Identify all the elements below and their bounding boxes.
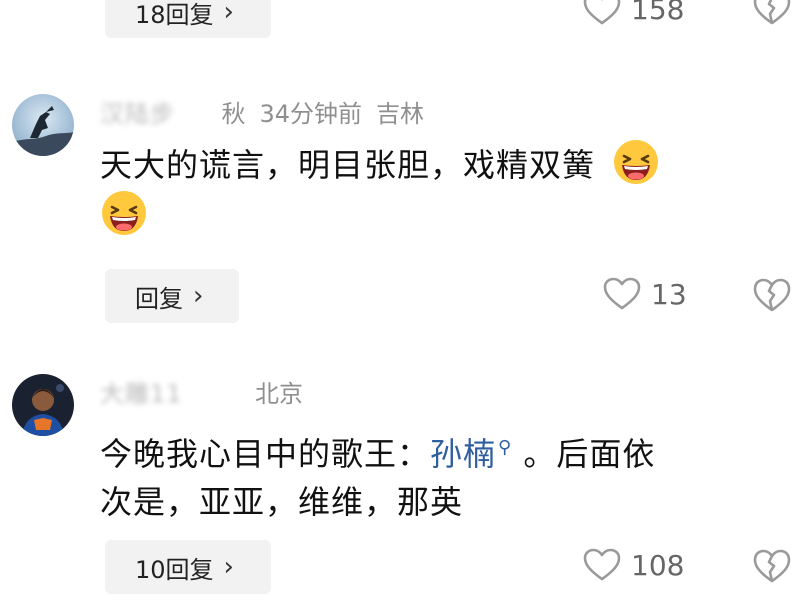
like-count: 108 (631, 548, 685, 582)
laughing-emoji-icon (614, 140, 659, 184)
comment-meta: 大雕11 北京 (100, 374, 303, 409)
reply-label: 回复 (135, 284, 183, 313)
reply-button[interactable]: 10回复 › (105, 540, 271, 594)
reply-button[interactable]: 回复 › (105, 269, 239, 323)
comment-text: 天大的谎言，明目张胆，戏精双簧 (100, 138, 780, 240)
comment-body: 今晚我心目中的歌王： (100, 435, 431, 473)
mention-link[interactable]: 孙楠 ⚲ (430, 435, 512, 473)
like-count: 13 (651, 277, 687, 311)
chevron-right-icon: › (193, 281, 204, 311)
comment-body-cont: 。后面依 (512, 435, 656, 473)
like-count: 158 (631, 0, 685, 26)
location: 北京 (254, 380, 303, 408)
broken-heart-icon[interactable] (752, 277, 792, 313)
like-button[interactable]: 158 (583, 0, 684, 26)
search-icon: ⚲ (498, 437, 513, 458)
broken-heart-icon[interactable] (752, 548, 792, 584)
avatar[interactable] (12, 374, 74, 436)
comment-meta: 汉陆步 秋 34分钟前 吉林 (100, 94, 424, 129)
avatar-image (12, 94, 74, 156)
comment-body-line2: 次是，亚亚，维维，那英 (100, 483, 464, 521)
avatar-image (12, 374, 74, 436)
chevron-right-icon: › (223, 552, 234, 582)
username-blurred[interactable]: 大雕11 (100, 374, 243, 409)
reply-button[interactable]: 18回复 › (105, 0, 271, 38)
like-button[interactable]: 13 (603, 277, 687, 311)
timestamp: 34分钟前 (259, 100, 363, 128)
heart-icon (603, 277, 641, 310)
username-blurred[interactable]: 汉陆步 (100, 94, 210, 129)
heart-icon (583, 0, 621, 25)
reply-label: 18回复 (135, 0, 214, 29)
broken-heart-icon[interactable] (752, 0, 792, 26)
chevron-right-icon: › (223, 0, 234, 27)
comment-text: 今晚我心目中的歌王：孙楠 ⚲ 。后面依 次是，亚亚，维维，那英 (100, 424, 790, 526)
heart-icon (583, 548, 621, 581)
like-button[interactable]: 108 (583, 548, 684, 582)
laughing-emoji-icon (102, 191, 146, 235)
username-fragment: 秋 (221, 100, 246, 128)
comment-body: 天大的谎言，明目张胆，戏精双簧 (100, 146, 596, 184)
avatar[interactable] (12, 94, 74, 156)
location: 吉林 (376, 100, 425, 128)
reply-label: 10回复 (135, 555, 214, 584)
